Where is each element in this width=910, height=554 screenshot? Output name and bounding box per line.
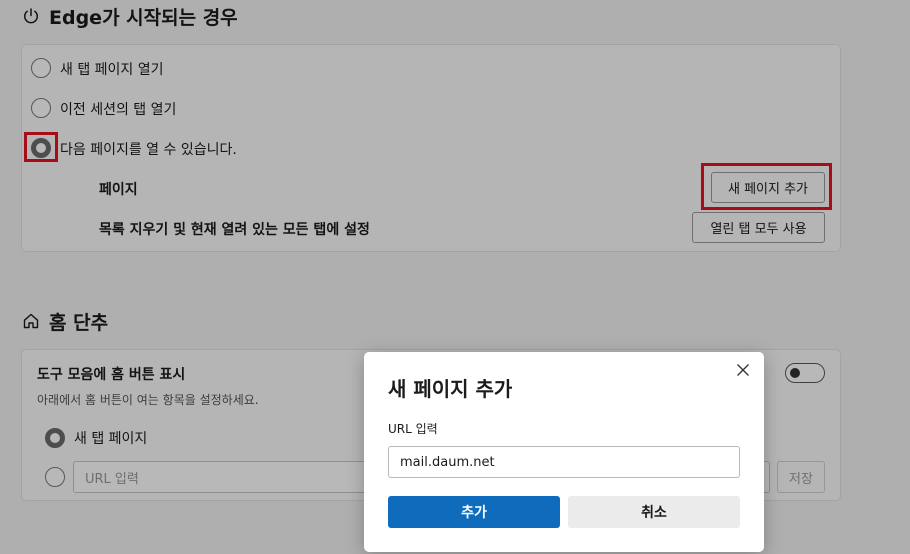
dialog-cancel-button[interactable]: 취소 [568, 496, 740, 528]
dialog-add-button[interactable]: 추가 [388, 496, 560, 528]
dialog-url-input[interactable]: mail.daum.net [388, 446, 740, 478]
dialog-title: 새 페이지 추가 [388, 377, 513, 401]
close-icon[interactable] [736, 363, 750, 377]
dialog-url-label: URL 입력 [388, 422, 438, 436]
dialog-url-value: mail.daum.net [400, 454, 495, 470]
